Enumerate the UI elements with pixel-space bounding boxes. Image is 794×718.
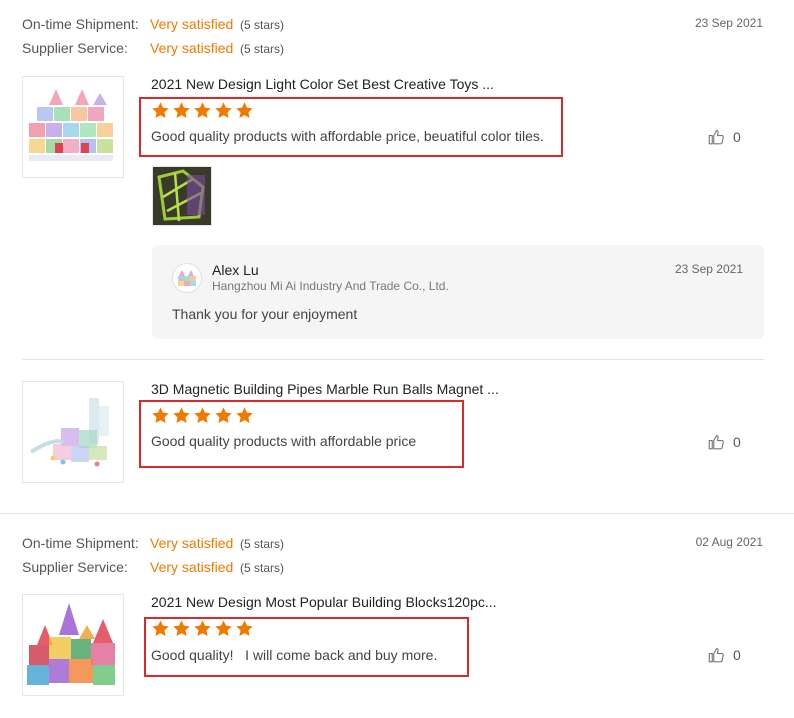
star-icon (173, 620, 190, 636)
shipment-stars-count: (5 stars) (240, 537, 285, 551)
service-rating-text: Very satisfied (150, 559, 234, 575)
building-blocks-image (27, 603, 115, 685)
product-thumbnail[interactable] (22, 381, 124, 483)
like-button[interactable]: 0 (707, 128, 741, 146)
review-date: 02 Aug 2021 (695, 535, 763, 549)
star-icon (215, 102, 232, 118)
like-count: 0 (733, 434, 741, 450)
replier-company[interactable]: Hangzhou Mi Ai Industry And Trade Co., L… (212, 279, 449, 293)
star-rating (151, 406, 254, 425)
service-stars-count: (5 stars) (240, 42, 285, 56)
star-rating (151, 619, 254, 638)
service-label: Supplier Service: (22, 559, 128, 575)
star-icon (236, 102, 253, 118)
thumbs-up-icon (708, 647, 724, 663)
shipment-label: On-time Shipment: (22, 16, 139, 32)
review-photo[interactable] (152, 166, 212, 226)
review-photo-image (153, 167, 211, 225)
review-text: Good quality! I will come back and buy m… (151, 647, 438, 663)
review-text: Good quality products with affordable pr… (151, 433, 417, 449)
star-icon (236, 620, 253, 636)
star-rating (151, 101, 254, 120)
star-icon (173, 407, 190, 423)
star-icon (194, 620, 211, 636)
reply-date: 23 Sep 2021 (674, 262, 743, 276)
service-rating-text: Very satisfied (150, 40, 234, 56)
star-icon (215, 620, 232, 636)
star-icon (194, 407, 211, 423)
service-stars-count: (5 stars) (240, 561, 285, 575)
reply-message: Thank you for your enjoyment (172, 306, 358, 322)
review-divider (0, 513, 794, 514)
replier-name: Alex Lu (212, 262, 259, 278)
star-icon (173, 102, 190, 118)
product-title[interactable]: 2021 New Design Most Popular Building Bl… (151, 594, 497, 610)
marble-run-image (29, 398, 109, 467)
supplier-avatar (172, 263, 202, 293)
like-button[interactable]: 0 (707, 646, 741, 664)
product-title[interactable]: 3D Magnetic Building Pipes Marble Run Ba… (151, 381, 499, 397)
star-icon (152, 102, 169, 118)
like-count: 0 (733, 129, 741, 145)
review-date: 23 Sep 2021 (694, 16, 763, 30)
shipment-stars-count: (5 stars) (240, 18, 285, 32)
star-icon (236, 407, 253, 423)
magnetic-tiles-castle-image (29, 89, 113, 161)
service-label: Supplier Service: (22, 40, 128, 56)
thumbs-up-icon (708, 434, 724, 450)
star-icon (215, 407, 232, 423)
thumbs-up-icon (708, 129, 724, 145)
star-icon (152, 407, 169, 423)
star-icon (194, 102, 211, 118)
supplier-logo-image (178, 270, 196, 286)
like-count: 0 (733, 647, 741, 663)
shipment-rating-text: Very satisfied (150, 535, 234, 551)
product-thumbnail[interactable] (22, 76, 124, 178)
shipment-rating-text: Very satisfied (150, 16, 234, 32)
star-icon (152, 620, 169, 636)
product-thumbnail[interactable] (22, 594, 124, 696)
product-title[interactable]: 2021 New Design Light Color Set Best Cre… (151, 76, 494, 92)
like-button[interactable]: 0 (707, 433, 741, 451)
review-text: Good quality products with affordable pr… (151, 128, 544, 144)
supplier-reply: Alex Lu Hangzhou Mi Ai Industry And Trad… (152, 245, 764, 339)
shipment-label: On-time Shipment: (22, 535, 139, 551)
item-divider (22, 359, 764, 360)
